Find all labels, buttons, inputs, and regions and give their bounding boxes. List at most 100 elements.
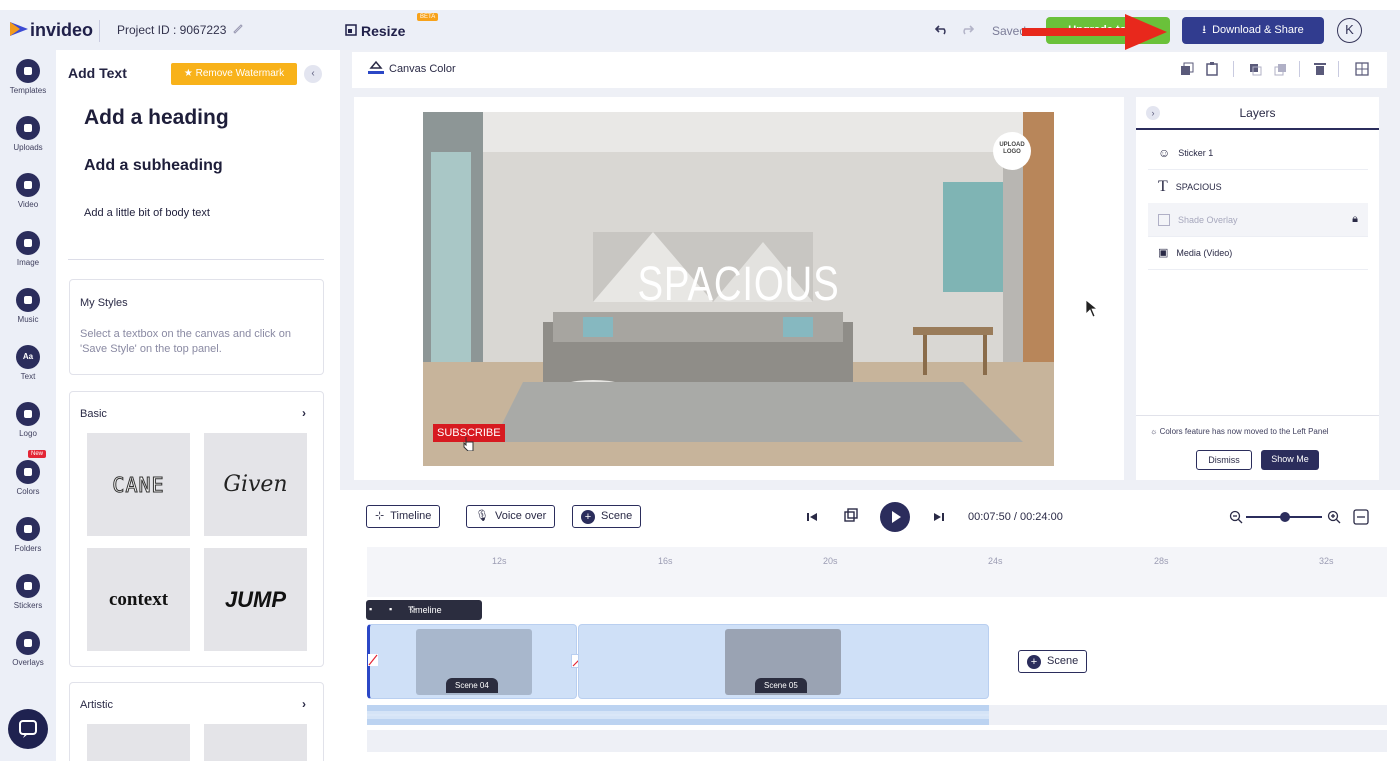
rail-item-text[interactable]: Aa Text	[0, 345, 56, 381]
layers-underline	[1136, 128, 1379, 130]
download-share-button[interactable]: ⭳ Download & Share	[1182, 17, 1324, 44]
skip-back-icon[interactable]	[806, 511, 818, 523]
trash-icon[interactable]	[1314, 62, 1326, 76]
canvas-text-spacious[interactable]: SPACIOUS	[486, 257, 991, 312]
invideo-logo-icon	[10, 22, 28, 36]
ruler-tick: 12s	[492, 556, 507, 566]
paste-icon[interactable]	[1205, 62, 1219, 76]
templates-icon	[16, 59, 40, 83]
layer-item-shade-overlay[interactable]: Shade Overlay 🔒︎	[1148, 203, 1368, 237]
add-body-text-option[interactable]: Add a little bit of body text	[84, 207, 210, 219]
timeline-label: Timeline	[390, 510, 432, 522]
rail-item-templates[interactable]: Templates	[0, 59, 56, 95]
redo-icon[interactable]	[960, 23, 974, 35]
overlays-icon	[16, 631, 40, 655]
add-subheading-option[interactable]: Add a subheading	[84, 157, 223, 175]
canvas-toolbar	[352, 52, 1387, 88]
paint-bucket-icon[interactable]	[367, 59, 385, 75]
layer-label: Shade Overlay	[1178, 214, 1238, 225]
skip-forward-icon[interactable]	[933, 511, 945, 523]
text-style-tile[interactable]: context	[87, 548, 190, 651]
show-me-button[interactable]: Show Me	[1261, 450, 1319, 470]
user-avatar[interactable]: K	[1337, 18, 1362, 43]
collapse-panel-button[interactable]: ‹	[304, 65, 322, 83]
rail-item-image[interactable]: Image	[0, 231, 56, 267]
ruler-tick: 28s	[1154, 556, 1169, 566]
text-style-tile[interactable]	[204, 724, 307, 761]
dismiss-button[interactable]: Dismiss	[1196, 450, 1252, 470]
ruler-tick: 20s	[823, 556, 838, 566]
folder-icon	[16, 517, 40, 541]
sticker-icon: ☺	[1158, 145, 1171, 160]
rail-item-folders[interactable]: Folders	[0, 517, 56, 553]
text-style-tile[interactable]: CANE	[87, 433, 190, 536]
remove-watermark-button[interactable]: ★ Remove Watermark	[171, 63, 297, 85]
edit-pencil-icon[interactable]	[232, 22, 244, 34]
scene-label: Scene 05	[755, 678, 807, 693]
scene-label: Scene	[1047, 655, 1079, 667]
zoom-slider-handle[interactable]	[1280, 512, 1290, 522]
layer-label: Sticker 1	[1178, 147, 1214, 158]
loop-icon[interactable]	[843, 508, 859, 524]
grid-icon[interactable]	[1355, 62, 1369, 76]
add-heading-option[interactable]: Add a heading	[84, 106, 229, 130]
rail-item-music[interactable]: Music	[0, 288, 56, 324]
fit-timeline-icon[interactable]	[1353, 509, 1369, 525]
basic-section-title: Basic	[80, 408, 107, 420]
rail-item-stickers[interactable]: Stickers	[0, 574, 56, 610]
plus-circle-icon: +	[1027, 654, 1041, 669]
trash-icon[interactable]: ▪	[369, 604, 372, 614]
add-scene-button[interactable]: + Scene	[572, 505, 642, 528]
timeline-ruler[interactable]	[367, 547, 1387, 597]
audio-waveform[interactable]	[367, 705, 989, 725]
text-style-tile[interactable]: JUMP	[204, 548, 307, 651]
rail-item-logo[interactable]: Logo	[0, 402, 56, 438]
red-arrow-annotation	[1022, 14, 1167, 50]
layers-divider	[1136, 415, 1379, 416]
zoom-in-icon[interactable]	[1327, 510, 1341, 524]
hand-cursor-icon	[463, 435, 475, 451]
lock-icon[interactable]: 🔒︎	[1352, 213, 1358, 226]
layer-item-media-video[interactable]: ▣ Media (Video)	[1148, 236, 1368, 270]
undo-icon[interactable]	[935, 23, 949, 35]
chevron-right-icon[interactable]: ›	[302, 697, 306, 711]
rail-item-uploads[interactable]: Uploads	[0, 116, 56, 152]
upload-logo-sticker[interactable]: UPLOAD LOGO	[993, 132, 1031, 170]
rail-label: Video	[17, 200, 39, 209]
canvas-color-button[interactable]: Canvas Color	[389, 63, 456, 75]
time-display: 00:07:50 / 00:24:00	[968, 511, 1063, 523]
media-icon: ▣	[1158, 247, 1169, 259]
rail-item-colors[interactable]: Colors New	[0, 450, 56, 496]
app-logo-text[interactable]: invideo	[30, 20, 93, 41]
chevron-right-icon[interactable]: ›	[302, 406, 306, 420]
toolbar-divider	[1299, 61, 1300, 77]
voice-over-button[interactable]: 🎙︎ Voice over	[466, 505, 556, 528]
zoom-out-icon[interactable]	[1229, 510, 1243, 524]
layer-item-sticker[interactable]: ☺ Sticker 1	[1148, 136, 1368, 170]
rail-item-overlays[interactable]: Overlays	[0, 631, 56, 667]
layer-label: Media (Video)	[1176, 247, 1233, 258]
duplicate-icon[interactable]: ▪	[389, 604, 392, 614]
transition-icon[interactable]	[368, 654, 378, 666]
timeline-button[interactable]: ⊹ Timeline	[366, 505, 441, 528]
panel-divider	[68, 259, 324, 260]
resize-icon	[345, 24, 357, 36]
bring-forward-icon[interactable]	[1248, 62, 1262, 76]
sticker-icon	[16, 574, 40, 598]
play-button[interactable]	[880, 502, 910, 532]
chat-support-button[interactable]	[8, 709, 48, 749]
timeline-icon[interactable]: ⊹	[409, 604, 417, 615]
add-scene-timeline-button[interactable]: + Scene	[1018, 650, 1088, 673]
text-style-tile[interactable]: Given	[204, 433, 307, 536]
download-icon: ⭳	[1202, 24, 1207, 36]
duplicate-icon[interactable]	[1180, 62, 1194, 76]
star-icon: ★	[183, 68, 196, 79]
beta-badge: BETA	[417, 13, 439, 21]
layer-item-text[interactable]: T SPACIOUS	[1148, 170, 1368, 204]
send-backward-icon[interactable]	[1273, 62, 1287, 76]
rail-label: Templates	[9, 86, 47, 95]
layers-title: Layers	[1239, 106, 1276, 120]
rail-item-video[interactable]: Video	[0, 173, 56, 209]
text-style-tile[interactable]	[87, 724, 190, 761]
resize-button[interactable]: Resize	[361, 23, 405, 39]
